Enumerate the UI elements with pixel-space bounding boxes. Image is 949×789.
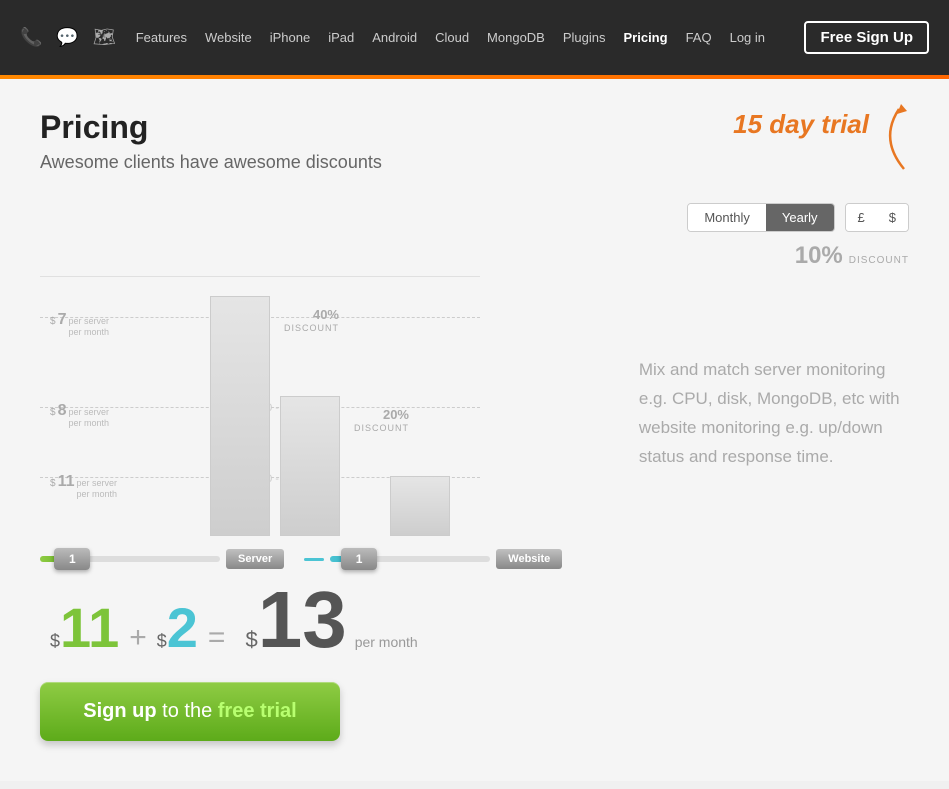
signup-to: to the [157,700,218,722]
description-text: Mix and match server monitoring e.g. CPU… [639,356,909,472]
nav-ipad[interactable]: iPad [328,30,354,45]
signup-button[interactable]: Sign up to the free trial [40,682,340,741]
price-label-8: $ 8 per serverper month [50,402,109,429]
yearly-toggle[interactable]: Yearly [766,204,834,231]
price-label-7: $ 7 per serverper month [50,311,109,338]
website-dollar: $ [157,631,167,652]
nav-pricing[interactable]: Pricing [624,30,668,45]
gbp-button[interactable]: £ [846,204,877,231]
chart-area: 50 - 10 - $ 7 per serverper month $ 8 pe… [40,276,480,536]
website-indicator [304,558,324,561]
total-section: $ 13 per month [245,580,417,662]
navbar: 📞 💬 🗺 Features Website iPhone iPad Andro… [0,0,949,75]
bar-tall: 40% DISCOUNT [210,296,270,536]
per-month-label: per month [355,634,418,650]
website-label: Website [496,549,562,569]
nav-faq[interactable]: FAQ [686,30,712,45]
server-slider-row: 1 Server [40,548,284,570]
website-value: 2 [167,600,198,656]
bar-mid: 20% DISCOUNT [280,396,340,536]
bar-short [390,476,450,536]
server-value: 11 [60,600,119,656]
nav-cloud[interactable]: Cloud [435,30,469,45]
discount-40: 40% [313,307,339,322]
total-value: 13 [258,580,347,660]
nav-android[interactable]: Android [372,30,417,45]
nav-links: Features Website iPhone iPad Android Clo… [136,30,805,45]
signup-free-trial: free trial [218,700,297,722]
website-slider-row: 1 Website [304,548,562,570]
nav-plugins[interactable]: Plugins [563,30,606,45]
right-section: Mix and match server monitoring e.g. CPU… [619,276,909,472]
signup-button-wrap: Sign up to the free trial [40,682,619,741]
signup-bold: Sign up [83,700,156,722]
server-calc: $ 11 [50,600,119,656]
server-dollar: $ [50,631,60,652]
map-icon: 🗺 [93,27,116,48]
website-handle[interactable]: 1 [341,548,377,570]
discount-percentage: 10% [795,242,843,270]
calculation-row: $ 11 + $ 2 = $ 13 per month [50,580,619,662]
server-handle[interactable]: 1 [54,548,90,570]
nav-login[interactable]: Log in [730,30,765,45]
chat-icon: 💬 [56,27,78,48]
controls-row: Monthly Yearly £ $ [40,203,909,232]
discount-label: DISCOUNT [849,255,909,266]
nav-signup-button[interactable]: Free Sign Up [804,21,929,54]
main-content: 15 day trial Pricing Awesome clients hav… [0,79,949,781]
discount-row: 10% DISCOUNT [40,242,909,270]
total-dollar: $ [245,627,257,653]
billing-toggle: Monthly Yearly [687,203,834,232]
discount-label-40: DISCOUNT [284,323,339,333]
page-subtitle: Awesome clients have awesome discounts [40,152,909,173]
left-section: 50 - 10 - $ 7 per serverper month $ 8 pe… [40,276,619,741]
nav-iphone[interactable]: iPhone [270,30,310,45]
plus-sign: + [129,621,147,655]
currency-toggle: £ $ [845,203,909,232]
website-slider-track-wrap: 1 [330,548,490,570]
sliders-container: 1 Server 1 [40,548,619,570]
server-label: Server [226,549,284,569]
nav-mongodb[interactable]: MongoDB [487,30,545,45]
usd-button[interactable]: $ [877,204,908,231]
discount-20: 20% [383,407,409,422]
server-slider-group: 1 Server [40,548,284,570]
monthly-toggle[interactable]: Monthly [688,204,766,231]
phone-icon: 📞 [20,27,42,48]
trial-arrow-icon [849,99,919,179]
nav-website[interactable]: Website [205,30,252,45]
pricing-layout: 50 - 10 - $ 7 per serverper month $ 8 pe… [40,276,909,741]
website-slider-group: 1 Website [304,548,562,570]
price-label-11: $ 11 per serverper month [50,473,117,500]
trial-annotation: 15 day trial [733,109,869,140]
nav-icons: 📞 💬 🗺 [20,27,116,48]
discount-label-20: DISCOUNT [354,423,409,433]
equals-sign: = [208,621,226,655]
nav-features[interactable]: Features [136,30,187,45]
website-calc: $ 2 [157,600,198,656]
server-slider-track-wrap: 1 [40,548,220,570]
